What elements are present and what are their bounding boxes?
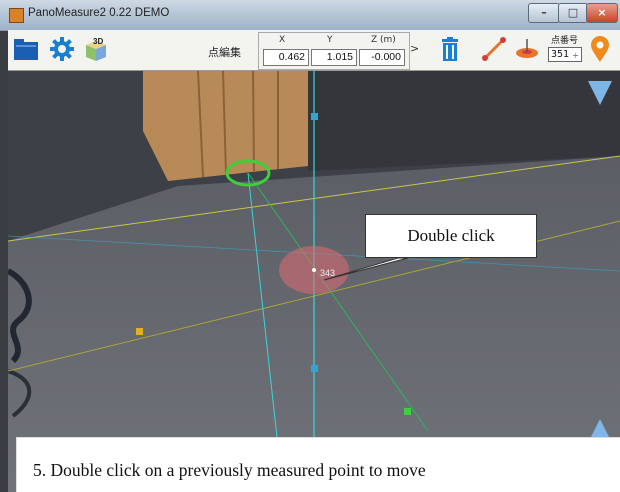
point-marker[interactable] [404, 408, 411, 415]
close-icon: × [597, 6, 607, 19]
y-field[interactable]: 1.015 [311, 49, 357, 66]
maximize-button[interactable]: □ [558, 3, 588, 23]
app-window: PanoMeasure2 0.22 DEMO – □ × 3D 点編集 X Y … [0, 0, 620, 492]
toolbar: 3D 点編集 X Y Z (m) 0.462 1.015 -0.000 > 点番… [8, 30, 620, 71]
level-icon[interactable] [513, 35, 541, 63]
point-edit-label: 点編集 [208, 46, 241, 59]
spinner-arrows-icon[interactable]: ÷ [572, 49, 579, 62]
window-title: PanoMeasure2 0.22 DEMO [28, 7, 170, 19]
folder-icon[interactable] [12, 35, 40, 63]
point-marker[interactable] [136, 328, 143, 335]
line-measure-icon[interactable] [480, 35, 508, 63]
panorama-view[interactable] [8, 71, 620, 492]
point-marker[interactable] [311, 365, 318, 372]
point-number-spinner[interactable]: 351 ÷ [548, 47, 582, 62]
y-label: Y [327, 35, 333, 45]
close-button[interactable]: × [586, 3, 618, 23]
point-number-tag: 343 [320, 268, 336, 278]
point-marker[interactable] [311, 113, 318, 120]
app-icon [9, 8, 24, 23]
callout-double-click: Double click [365, 214, 537, 258]
point-number-label: 点番号 [551, 36, 579, 46]
title-bar: PanoMeasure2 0.22 DEMO – □ × [0, 0, 620, 31]
panorama-scene[interactable] [8, 71, 620, 492]
coordinate-panel: X Y Z (m) 0.462 1.015 -0.000 [258, 32, 410, 70]
3d-cube-icon[interactable]: 3D [82, 35, 110, 63]
apply-button[interactable]: > [410, 42, 419, 55]
point-number-value: 351 [551, 49, 570, 60]
location-pin-icon[interactable] [586, 35, 614, 63]
z-field[interactable]: -0.000 [359, 49, 405, 66]
svg-text:3D: 3D [93, 37, 103, 46]
minimize-button[interactable]: – [528, 3, 560, 23]
selected-point[interactable] [312, 268, 316, 272]
caption-instruction: 5. Double click on a previously measured… [16, 437, 620, 492]
x-label: X [279, 35, 286, 45]
gear-icon[interactable] [48, 35, 76, 63]
x-field[interactable]: 0.462 [263, 49, 309, 66]
z-label: Z (m) [371, 35, 396, 45]
trash-icon[interactable] [436, 35, 464, 63]
wall [308, 71, 620, 171]
